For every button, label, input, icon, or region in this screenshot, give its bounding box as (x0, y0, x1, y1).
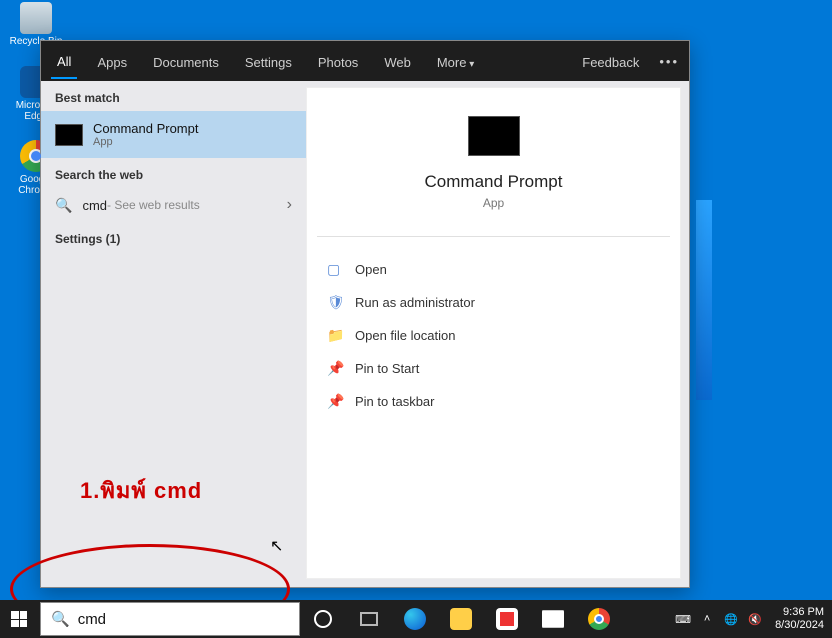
web-search-result[interactable]: 🔍 cmd - See web results › (41, 188, 306, 222)
cursor-icon: ↖ (270, 536, 283, 556)
clock-time: 9:36 PM (775, 606, 824, 619)
tab-more[interactable]: More (431, 45, 480, 78)
detail-title: Command Prompt (327, 172, 660, 192)
pin-start-icon: 📌 (327, 360, 343, 377)
taskbar-file-explorer[interactable] (438, 600, 484, 638)
taskbar-mail[interactable] (530, 600, 576, 638)
tray-keyboard-icon[interactable]: ⌨ (671, 613, 695, 626)
web-hint-text: - See web results (107, 198, 200, 212)
mail-icon (542, 608, 564, 630)
taskbar-edge[interactable] (392, 600, 438, 638)
task-view-icon (360, 612, 378, 626)
action-label: Pin to Start (355, 361, 419, 376)
more-options-icon[interactable]: ••• (659, 54, 679, 69)
tray-network-icon[interactable]: 🌐 (719, 613, 743, 626)
best-match-label: Best match (41, 81, 306, 111)
taskbar: 🔍 ⌨ ˄ 🌐 🔇 9:36 PM 8/30/2024 (0, 600, 832, 638)
cortana-button[interactable] (300, 600, 346, 638)
admin-icon: 🛡 (327, 294, 343, 311)
start-button[interactable] (0, 600, 38, 638)
result-subtitle: App (93, 136, 198, 148)
action-run-as-admin[interactable]: 🛡 Run as administrator (327, 286, 660, 319)
tab-photos[interactable]: Photos (312, 45, 364, 78)
open-icon: ▢ (327, 261, 343, 278)
folder-icon: 📁 (327, 327, 343, 344)
search-web-label: Search the web (41, 158, 306, 188)
taskbar-clock[interactable]: 9:36 PM 8/30/2024 (767, 606, 832, 632)
taskbar-store[interactable] (484, 600, 530, 638)
command-prompt-icon (55, 124, 83, 146)
search-input[interactable] (78, 611, 289, 628)
search-icon: 🔍 (55, 197, 72, 214)
chrome-icon (588, 608, 610, 630)
edge-icon (404, 608, 426, 630)
start-menu-tabs: All Apps Documents Settings Photos Web M… (41, 41, 689, 81)
action-label: Run as administrator (355, 295, 475, 310)
tray-volume-icon[interactable]: 🔇 (743, 613, 767, 626)
results-pane: Best match Command Prompt App Search the… (41, 81, 306, 587)
store-icon (496, 608, 518, 630)
action-pin-to-taskbar[interactable]: 📌 Pin to taskbar (327, 385, 660, 418)
task-view-button[interactable] (346, 600, 392, 638)
detail-subtitle: App (327, 196, 660, 210)
feedback-link[interactable]: Feedback (576, 45, 645, 78)
tab-web[interactable]: Web (378, 45, 417, 78)
windows-logo-icon (11, 611, 27, 627)
web-query-text: cmd (82, 198, 107, 213)
taskbar-search[interactable]: 🔍 (40, 602, 300, 636)
clock-date: 8/30/2024 (775, 619, 824, 632)
decorative-accent (696, 200, 712, 400)
detail-pane: Command Prompt App ▢ Open 🛡 Run as admin… (306, 87, 681, 579)
action-open-file-location[interactable]: 📁 Open file location (327, 319, 660, 352)
annotation-text: 1.พิมพ์ cmd (80, 473, 202, 508)
action-label: Open file location (355, 328, 455, 343)
cortana-icon (314, 610, 332, 628)
chevron-right-icon: › (287, 196, 292, 214)
search-icon: 🔍 (51, 610, 70, 628)
recycle-bin-icon (20, 2, 52, 34)
file-explorer-icon (450, 608, 472, 630)
action-open[interactable]: ▢ Open (327, 253, 660, 286)
command-prompt-large-icon (468, 116, 520, 156)
pin-taskbar-icon: 📌 (327, 393, 343, 410)
result-title: Command Prompt (93, 121, 198, 136)
tab-apps[interactable]: Apps (91, 45, 133, 78)
action-label: Open (355, 262, 387, 277)
action-pin-to-start[interactable]: 📌 Pin to Start (327, 352, 660, 385)
system-tray: ⌨ ˄ 🌐 🔇 9:36 PM 8/30/2024 (671, 600, 832, 638)
settings-results-label[interactable]: Settings (1) (41, 222, 306, 252)
tab-settings[interactable]: Settings (239, 45, 298, 78)
result-command-prompt[interactable]: Command Prompt App (41, 111, 306, 158)
tab-all[interactable]: All (51, 44, 77, 79)
action-label: Pin to taskbar (355, 394, 435, 409)
tray-chevron-up-icon[interactable]: ˄ (695, 613, 719, 625)
divider (317, 236, 670, 237)
taskbar-chrome[interactable] (576, 600, 622, 638)
tab-documents[interactable]: Documents (147, 45, 225, 78)
